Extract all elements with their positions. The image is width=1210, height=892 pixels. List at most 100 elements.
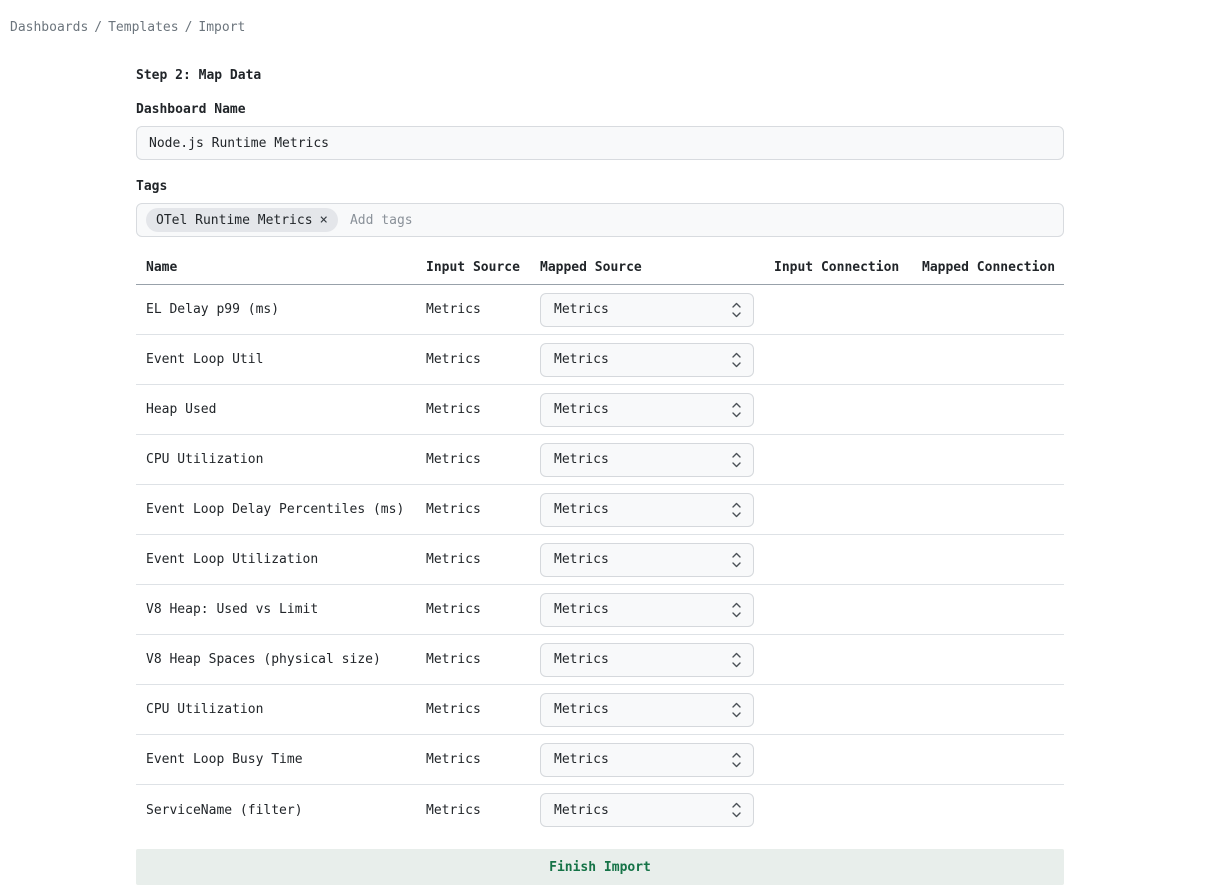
table-row: Event Loop Delay Percentiles (ms) Metric…: [136, 485, 1064, 535]
panel-name-cell: Event Loop Utilization: [136, 552, 426, 567]
tag-chip-label: OTel Runtime Metrics: [156, 213, 313, 228]
mapped-source-cell: Metrics: [540, 443, 774, 477]
panel-name-cell: Event Loop Busy Time: [136, 752, 426, 767]
panel-name-cell: CPU Utilization: [136, 702, 426, 717]
chevron-up-down-icon: [732, 302, 741, 318]
mapped-source-cell: Metrics: [540, 493, 774, 527]
table-row: Event Loop Util Metrics Metrics: [136, 335, 1064, 385]
input-source-cell: Metrics: [426, 702, 540, 717]
dashboard-name-input[interactable]: [136, 126, 1064, 160]
mapped-source-cell: Metrics: [540, 643, 774, 677]
tags-label: Tags: [136, 179, 1064, 194]
mapped-source-select-value: Metrics: [554, 652, 609, 667]
mapped-source-select[interactable]: Metrics: [540, 793, 754, 827]
chevron-up-down-icon: [732, 702, 741, 718]
input-source-cell: Metrics: [426, 552, 540, 567]
mapped-source-select[interactable]: Metrics: [540, 393, 754, 427]
table-row: EL Delay p99 (ms) Metrics Metrics: [136, 285, 1064, 335]
import-wizard-panel: Step 2: Map Data Dashboard Name Tags OTe…: [136, 68, 1064, 885]
mapped-source-select-value: Metrics: [554, 552, 609, 567]
mapped-source-cell: Metrics: [540, 593, 774, 627]
table-row: CPU Utilization Metrics Metrics: [136, 435, 1064, 485]
breadcrumb-separator: /: [88, 20, 108, 35]
table-row: Heap Used Metrics Metrics: [136, 385, 1064, 435]
input-source-cell: Metrics: [426, 652, 540, 667]
chevron-up-down-icon: [732, 452, 741, 468]
mapped-source-select-value: Metrics: [554, 702, 609, 717]
chevron-up-down-icon: [732, 802, 741, 818]
input-source-cell: Metrics: [426, 302, 540, 317]
chevron-up-down-icon: [732, 752, 741, 768]
breadcrumb-item-templates[interactable]: Templates: [108, 20, 178, 35]
panel-name-cell: V8 Heap: Used vs Limit: [136, 602, 426, 617]
breadcrumb-item-dashboards[interactable]: Dashboards: [10, 20, 88, 35]
column-header-mapped-source: Mapped Source: [540, 260, 774, 275]
breadcrumb-item-import[interactable]: Import: [198, 20, 245, 35]
mapped-source-select[interactable]: Metrics: [540, 443, 754, 477]
chevron-up-down-icon: [732, 402, 741, 418]
table-row: ServiceName (filter) Metrics Metrics: [136, 785, 1064, 835]
mapped-source-select[interactable]: Metrics: [540, 693, 754, 727]
step-title: Step 2: Map Data: [136, 68, 1064, 83]
input-source-cell: Metrics: [426, 602, 540, 617]
mapped-source-select-value: Metrics: [554, 502, 609, 517]
breadcrumb: Dashboards/Templates/Import: [0, 0, 1210, 35]
input-source-cell: Metrics: [426, 402, 540, 417]
panel-name-cell: CPU Utilization: [136, 452, 426, 467]
finish-import-button[interactable]: Finish Import: [136, 849, 1064, 885]
table-row: V8 Heap: Used vs Limit Metrics Metrics: [136, 585, 1064, 635]
input-source-cell: Metrics: [426, 452, 540, 467]
mapped-source-select-value: Metrics: [554, 452, 609, 467]
panel-name-cell: Heap Used: [136, 402, 426, 417]
mapped-source-select[interactable]: Metrics: [540, 593, 754, 627]
column-header-name: Name: [136, 260, 426, 275]
mapped-source-select[interactable]: Metrics: [540, 493, 754, 527]
input-source-cell: Metrics: [426, 803, 540, 818]
chevron-up-down-icon: [732, 602, 741, 618]
chevron-up-down-icon: [732, 352, 741, 368]
add-tags-input[interactable]: [348, 212, 1054, 229]
breadcrumb-separator: /: [179, 20, 199, 35]
mapped-source-select-value: Metrics: [554, 402, 609, 417]
panel-name-cell: Event Loop Util: [136, 352, 426, 367]
panel-name-cell: ServiceName (filter): [136, 803, 426, 818]
tag-chip: OTel Runtime Metrics ×: [146, 208, 338, 232]
mapping-table-body: EL Delay p99 (ms) Metrics Metrics Event …: [136, 285, 1064, 835]
mapped-source-cell: Metrics: [540, 393, 774, 427]
mapping-table-header: Name Input Source Mapped Source Input Co…: [136, 260, 1064, 285]
mapped-source-cell: Metrics: [540, 293, 774, 327]
table-row: CPU Utilization Metrics Metrics: [136, 685, 1064, 735]
remove-tag-icon[interactable]: ×: [320, 213, 328, 227]
mapped-source-select-value: Metrics: [554, 752, 609, 767]
mapped-source-select[interactable]: Metrics: [540, 543, 754, 577]
mapped-source-select[interactable]: Metrics: [540, 643, 754, 677]
mapped-source-select-value: Metrics: [554, 352, 609, 367]
table-row: Event Loop Utilization Metrics Metrics: [136, 535, 1064, 585]
mapped-source-select-value: Metrics: [554, 602, 609, 617]
mapped-source-cell: Metrics: [540, 543, 774, 577]
input-source-cell: Metrics: [426, 752, 540, 767]
tags-field[interactable]: OTel Runtime Metrics ×: [136, 203, 1064, 237]
dashboard-name-label: Dashboard Name: [136, 102, 1064, 117]
column-header-input-connection: Input Connection: [774, 260, 922, 275]
input-source-cell: Metrics: [426, 352, 540, 367]
mapped-source-select[interactable]: Metrics: [540, 343, 754, 377]
mapped-source-cell: Metrics: [540, 743, 774, 777]
chevron-up-down-icon: [732, 652, 741, 668]
column-header-mapped-connection: Mapped Connection: [922, 260, 1064, 275]
chevron-up-down-icon: [732, 502, 741, 518]
table-row: V8 Heap Spaces (physical size) Metrics M…: [136, 635, 1064, 685]
mapping-table: Name Input Source Mapped Source Input Co…: [136, 260, 1064, 835]
mapped-source-select-value: Metrics: [554, 302, 609, 317]
column-header-input-source: Input Source: [426, 260, 540, 275]
panel-name-cell: V8 Heap Spaces (physical size): [136, 652, 426, 667]
mapped-source-select[interactable]: Metrics: [540, 293, 754, 327]
mapped-source-cell: Metrics: [540, 793, 774, 827]
input-source-cell: Metrics: [426, 502, 540, 517]
chevron-up-down-icon: [732, 552, 741, 568]
table-row: Event Loop Busy Time Metrics Metrics: [136, 735, 1064, 785]
mapped-source-cell: Metrics: [540, 693, 774, 727]
mapped-source-select[interactable]: Metrics: [540, 743, 754, 777]
mapped-source-cell: Metrics: [540, 343, 774, 377]
mapped-source-select-value: Metrics: [554, 803, 609, 818]
